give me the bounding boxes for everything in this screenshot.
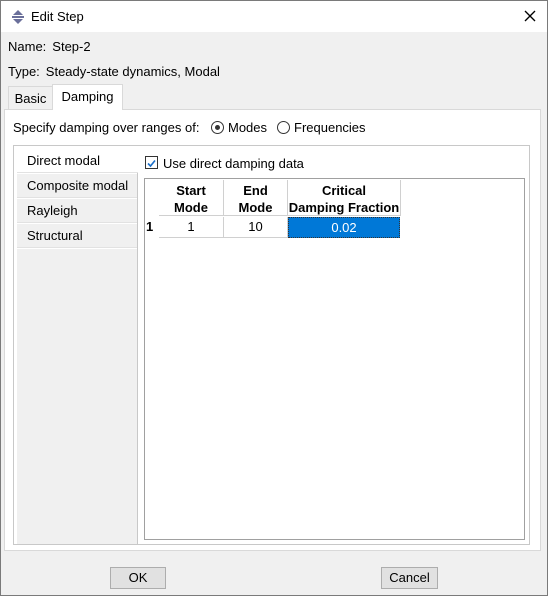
- title-bar: Edit Step: [1, 1, 547, 32]
- tab-damping[interactable]: Damping: [52, 84, 123, 110]
- col-header-end-line2: Mode: [238, 200, 273, 215]
- type-label: Type:: [8, 64, 40, 79]
- col-header-damping-line1: Critical: [321, 183, 367, 198]
- use-direct-label: Use direct damping data: [163, 156, 304, 171]
- checkmark-icon: [147, 159, 156, 168]
- col-header-end-mode[interactable]: End Mode: [224, 180, 288, 216]
- tab-basic[interactable]: Basic: [8, 86, 53, 110]
- cancel-button[interactable]: Cancel: [381, 567, 438, 589]
- col-header-end-line1: End: [243, 183, 268, 198]
- vtab-filler: [17, 249, 138, 544]
- vtab-rayleigh[interactable]: Rayleigh: [17, 199, 138, 223]
- radio-frequencies[interactable]: Frequencies: [277, 120, 366, 135]
- close-icon[interactable]: [521, 7, 539, 25]
- use-direct-checkbox[interactable]: [145, 156, 158, 169]
- type-row: Type: Steady-state dynamics, Modal: [8, 64, 220, 79]
- col-header-damping-line2: Damping Fraction: [288, 200, 400, 215]
- type-value: Steady-state dynamics, Modal: [45, 64, 220, 79]
- vtab-structural[interactable]: Structural: [17, 224, 138, 248]
- vtab-direct-modal[interactable]: Direct modal: [17, 149, 138, 173]
- col-header-start-mode[interactable]: Start Mode: [159, 180, 224, 216]
- row-header-1[interactable]: 1: [146, 217, 158, 237]
- radio-frequencies-label: Frequencies: [294, 120, 366, 135]
- vtab-composite-modal[interactable]: Composite modal: [17, 174, 138, 198]
- cell-start-mode[interactable]: 1: [159, 217, 224, 238]
- abaqus-step-icon: [12, 10, 24, 24]
- col-header-start-line1: Start: [176, 183, 206, 198]
- cell-end-mode[interactable]: 10: [224, 217, 288, 238]
- radio-modes-indicator[interactable]: [211, 121, 224, 134]
- name-value: Step-2: [52, 39, 91, 54]
- range-label: Specify damping over ranges of:: [13, 120, 200, 135]
- name-label: Name:: [8, 39, 47, 54]
- radio-modes-label: Modes: [228, 120, 268, 135]
- col-header-start-line2: Mode: [174, 200, 208, 215]
- name-row: Name: Step-2: [8, 39, 91, 54]
- vtab-divider: [137, 173, 138, 545]
- radio-modes[interactable]: Modes: [211, 120, 267, 135]
- cell-damping-fraction[interactable]: 0.02: [288, 217, 400, 238]
- ok-button[interactable]: OK: [110, 567, 166, 589]
- col-header-damping-fraction[interactable]: Critical Damping Fraction: [288, 180, 401, 216]
- window-title: Edit Step: [31, 9, 84, 24]
- radio-frequencies-indicator[interactable]: [277, 121, 290, 134]
